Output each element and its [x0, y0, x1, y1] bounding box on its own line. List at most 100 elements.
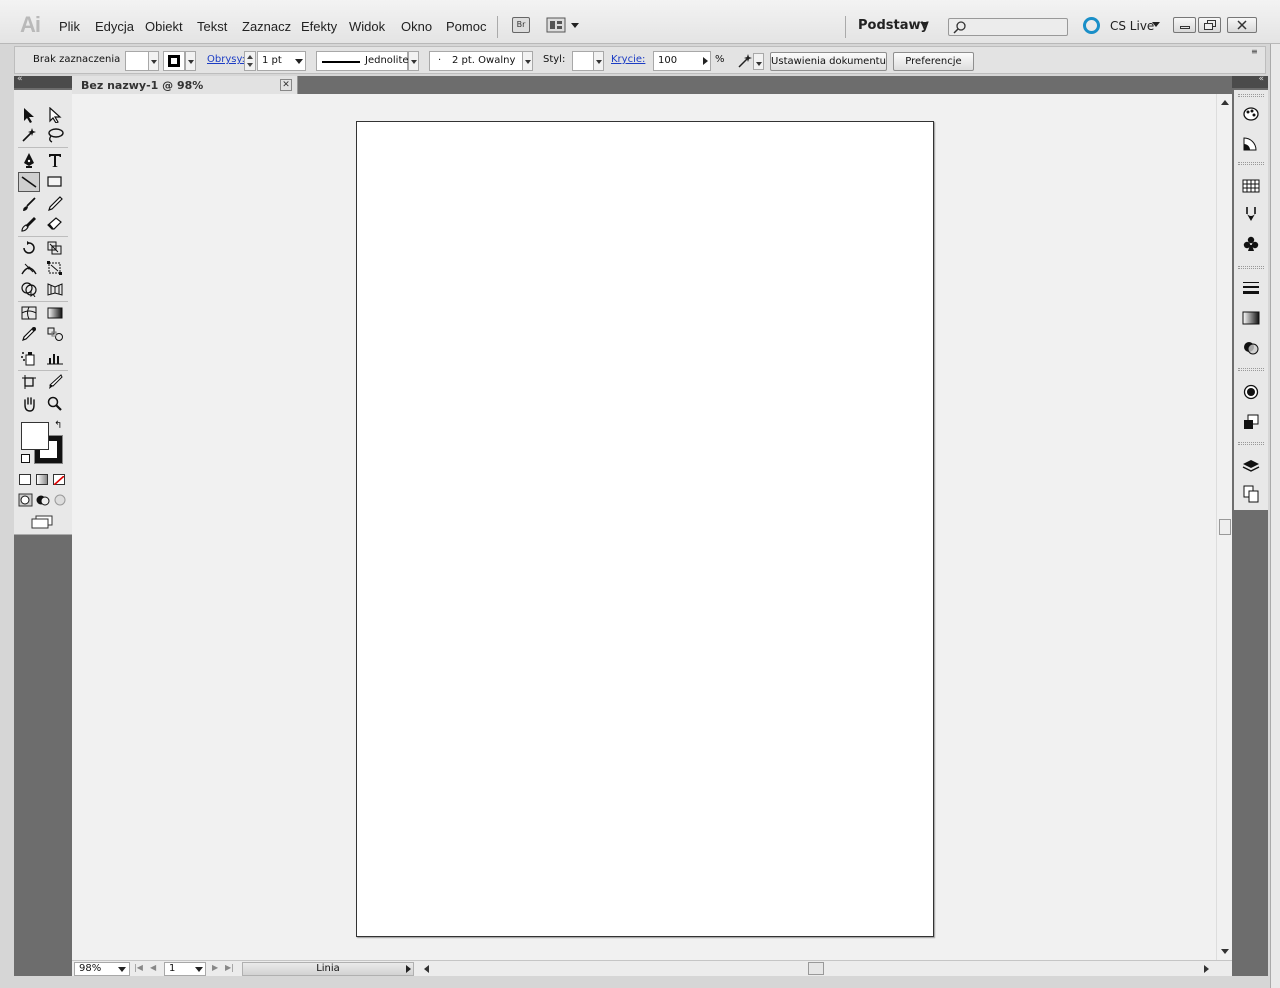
- artboards-panel-button[interactable]: [1240, 484, 1262, 504]
- expand-panels-icon[interactable]: «: [1258, 74, 1264, 84]
- stroke-style-select[interactable]: Jednolite: [316, 51, 409, 71]
- panel-group-grip[interactable]: [1238, 94, 1264, 97]
- swap-colors-icon[interactable]: ↰: [54, 420, 62, 431]
- opacity-label-link[interactable]: Krycie:: [611, 47, 645, 75]
- lasso-tool[interactable]: [44, 125, 66, 145]
- pencil-tool[interactable]: [44, 194, 66, 214]
- rotate-tool[interactable]: [18, 238, 40, 258]
- panel-group-grip[interactable]: [1238, 368, 1264, 371]
- stroke-style-dropdown[interactable]: [408, 51, 419, 71]
- hand-tool[interactable]: [18, 394, 40, 414]
- column-graph-tool[interactable]: [44, 348, 66, 368]
- shape-builder-tool[interactable]: [18, 279, 40, 299]
- graphic-style-dropdown[interactable]: [593, 51, 604, 71]
- cslive-menu[interactable]: CS Live: [1110, 19, 1154, 33]
- close-tab-icon[interactable]: ✕: [280, 79, 292, 91]
- transparency-panel-button[interactable]: [1240, 338, 1262, 358]
- first-artboard-icon[interactable]: |◀: [134, 963, 143, 972]
- fill-swatch[interactable]: [125, 51, 149, 71]
- width-tool[interactable]: [18, 258, 40, 278]
- appearance-panel-button[interactable]: [1240, 382, 1262, 402]
- blob-brush-tool[interactable]: [18, 214, 40, 234]
- brush-dropdown[interactable]: [522, 51, 533, 71]
- tools-panel-header[interactable]: «: [14, 74, 72, 88]
- line-segment-tool[interactable]: [18, 172, 40, 192]
- menu-zaznacz[interactable]: Zaznacz: [242, 19, 291, 34]
- menu-plik[interactable]: Plik: [59, 19, 80, 34]
- preferences-button[interactable]: Preferencje: [893, 52, 974, 71]
- chevron-down-icon[interactable]: [195, 967, 203, 972]
- status-display[interactable]: Linia: [242, 962, 414, 976]
- direct-selection-tool[interactable]: [44, 105, 66, 125]
- graphic-style-swatch[interactable]: [572, 51, 594, 71]
- selection-tool[interactable]: [18, 105, 40, 125]
- symbols-panel-button[interactable]: [1240, 234, 1262, 254]
- restore-button[interactable]: [1198, 17, 1221, 33]
- menu-edycja[interactable]: Edycja: [95, 19, 134, 34]
- gradient-panel-button[interactable]: [1240, 308, 1262, 328]
- horizontal-scroll-thumb[interactable]: [808, 962, 824, 975]
- chevron-down-icon[interactable]: [1152, 22, 1160, 27]
- draw-normal-button[interactable]: [18, 493, 34, 507]
- scroll-right-icon[interactable]: [1204, 965, 1209, 973]
- close-window-button[interactable]: [1227, 17, 1257, 33]
- slice-tool[interactable]: [44, 372, 66, 392]
- workspace-switcher[interactable]: Podstawy: [858, 18, 929, 33]
- default-colors-icon[interactable]: [21, 454, 30, 463]
- eraser-tool[interactable]: [44, 214, 66, 234]
- panel-group-grip[interactable]: [1238, 266, 1264, 269]
- stroke-label-link[interactable]: Obrysy:: [207, 47, 245, 75]
- last-artboard-icon[interactable]: ▶|: [225, 963, 234, 972]
- artboard[interactable]: [356, 121, 934, 937]
- brush-select[interactable]: · 2 pt. Owalny: [429, 51, 523, 71]
- chevron-down-icon[interactable]: [295, 59, 303, 64]
- arrange-documents-button[interactable]: [546, 17, 582, 33]
- panel-menu-icon[interactable]: ≡: [1251, 47, 1263, 57]
- magic-wand-tool[interactable]: [18, 125, 40, 145]
- stroke-panel-button[interactable]: [1240, 278, 1262, 298]
- chevron-down-icon[interactable]: [118, 967, 126, 972]
- previous-artboard-icon[interactable]: ◀: [150, 963, 156, 972]
- chevron-right-icon[interactable]: [703, 57, 708, 65]
- document-settings-button[interactable]: Ustawienia dokumentu: [770, 52, 887, 71]
- fill-color-swatch[interactable]: [21, 422, 49, 450]
- status-menu-icon[interactable]: [406, 965, 411, 973]
- vertical-scrollbar[interactable]: [1216, 94, 1232, 960]
- stroke-weight-stepper[interactable]: [244, 51, 256, 71]
- menu-tekst[interactable]: Tekst: [197, 19, 227, 34]
- menu-widok[interactable]: Widok: [349, 19, 385, 34]
- draw-inside-button[interactable]: [52, 493, 68, 507]
- panel-group-grip[interactable]: [1238, 162, 1264, 165]
- perspective-grid-tool[interactable]: [44, 279, 66, 299]
- color-mode-icon[interactable]: [19, 474, 31, 485]
- scroll-up-icon[interactable]: [1221, 100, 1229, 105]
- scroll-left-icon[interactable]: [424, 965, 429, 973]
- blend-tool[interactable]: [44, 324, 66, 344]
- cslive-icon[interactable]: [1083, 17, 1100, 34]
- artboard-tool[interactable]: [18, 372, 40, 392]
- document-tab[interactable]: Bez nazwy-1 @ 98% (CMYK/Podgląd) ✕: [72, 76, 298, 105]
- chevron-down-icon[interactable]: [920, 22, 928, 27]
- graphic-styles-panel-button[interactable]: [1240, 412, 1262, 432]
- menu-efekty[interactable]: Efekty: [301, 19, 337, 34]
- eyedropper-tool[interactable]: [18, 324, 40, 344]
- recolor-artwork-button[interactable]: [735, 53, 755, 69]
- none-mode-icon[interactable]: [53, 474, 65, 486]
- fill-dropdown[interactable]: [148, 51, 159, 71]
- color-guide-panel-button[interactable]: [1240, 134, 1262, 154]
- scroll-down-icon[interactable]: [1221, 949, 1229, 954]
- collapse-panel-icon[interactable]: «: [17, 74, 23, 84]
- stroke-dropdown[interactable]: [185, 51, 196, 71]
- stroke-swatch[interactable]: [163, 51, 185, 71]
- canvas-area[interactable]: [72, 94, 1216, 960]
- mesh-tool[interactable]: [18, 303, 40, 323]
- recolor-dropdown[interactable]: [753, 53, 764, 70]
- minimize-button[interactable]: [1173, 17, 1196, 33]
- color-panel-button[interactable]: [1240, 104, 1262, 124]
- bridge-button[interactable]: Br: [512, 17, 530, 33]
- panel-group-grip[interactable]: [1238, 442, 1264, 445]
- scale-tool[interactable]: [44, 238, 66, 258]
- menu-obiekt[interactable]: Obiekt: [145, 19, 183, 34]
- screen-mode-button[interactable]: [30, 515, 54, 529]
- next-artboard-icon[interactable]: ▶: [212, 963, 218, 972]
